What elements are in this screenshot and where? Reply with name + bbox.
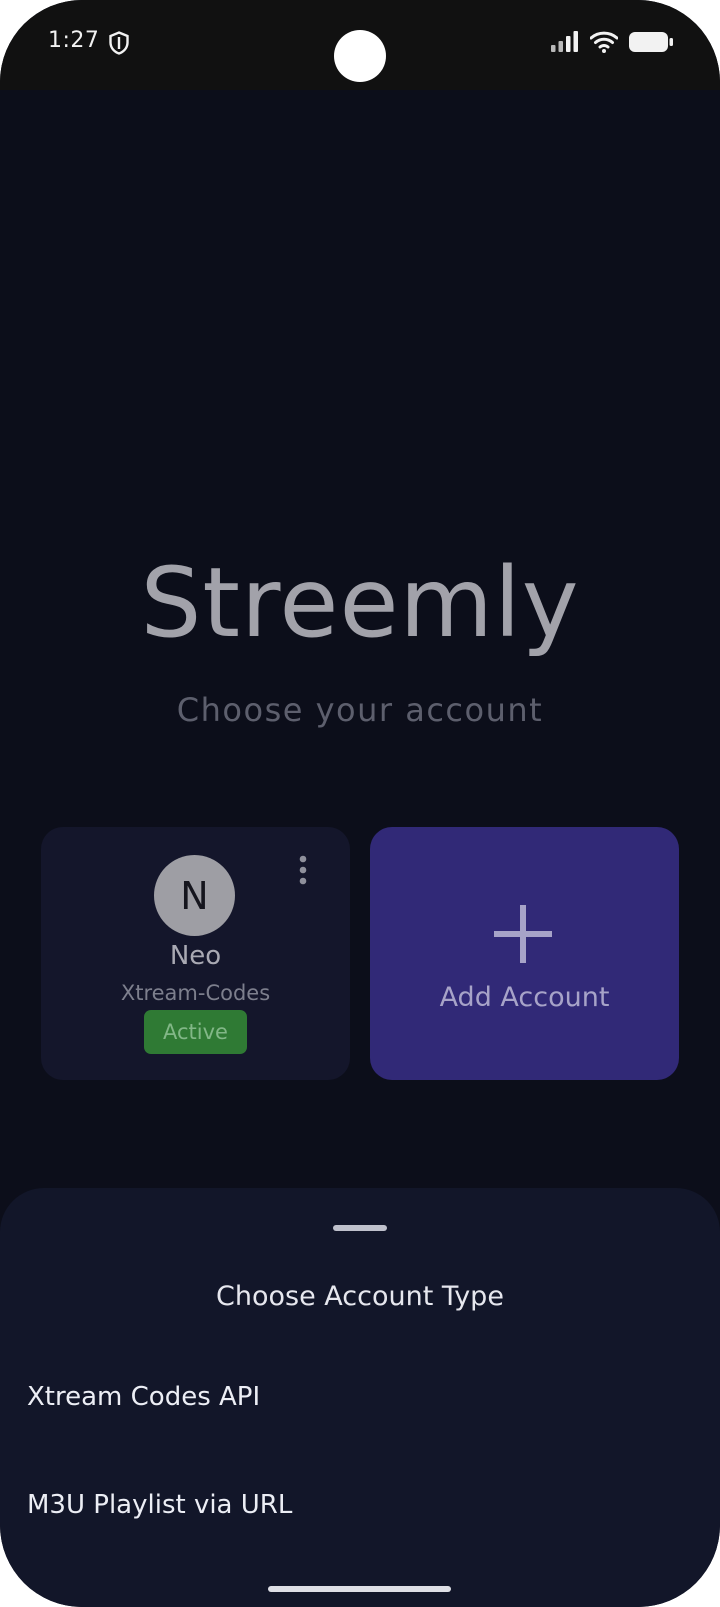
signal-icon [551,31,578,52]
battery-icon [629,32,673,52]
account-name: Neo [169,941,222,971]
avatar-initial: N [180,873,209,918]
option-label: Xtream Codes API [27,1382,261,1412]
phone-screen: 1:27 Streemly Choose your account N Neo … [0,0,720,1607]
add-account-label: Add Account [439,982,610,1013]
home-indicator[interactable] [268,1586,451,1592]
sheet-title: Choose Account Type [216,1281,504,1312]
app-title: Streemly [140,547,580,659]
status-bar: 1:27 [0,0,720,90]
status-icons [550,30,674,54]
account-type-sheet: Choose Account Type Xtream Codes API M3U… [0,1188,720,1607]
plus-icon [494,905,552,963]
status-time: 1:27 [48,28,100,53]
option-label: M3U Playlist via URL [27,1490,293,1520]
account-type: Xtream-Codes [120,981,271,1005]
option-xtream-codes-api[interactable]: Xtream Codes API [0,1357,720,1437]
more-vertical-icon[interactable] [296,853,310,887]
account-card-neo[interactable]: N Neo Xtream-Codes Active [41,827,350,1080]
avatar: N [154,855,235,936]
shield-icon [109,31,129,55]
status-badge: Active [144,1010,247,1054]
wifi-icon [590,31,618,53]
option-m3u-playlist-url[interactable]: M3U Playlist via URL [0,1465,720,1545]
sheet-drag-handle[interactable] [333,1225,387,1231]
add-account-button[interactable]: Add Account [370,827,679,1080]
app-subtitle: Choose your account [176,691,544,729]
front-camera [334,30,386,82]
